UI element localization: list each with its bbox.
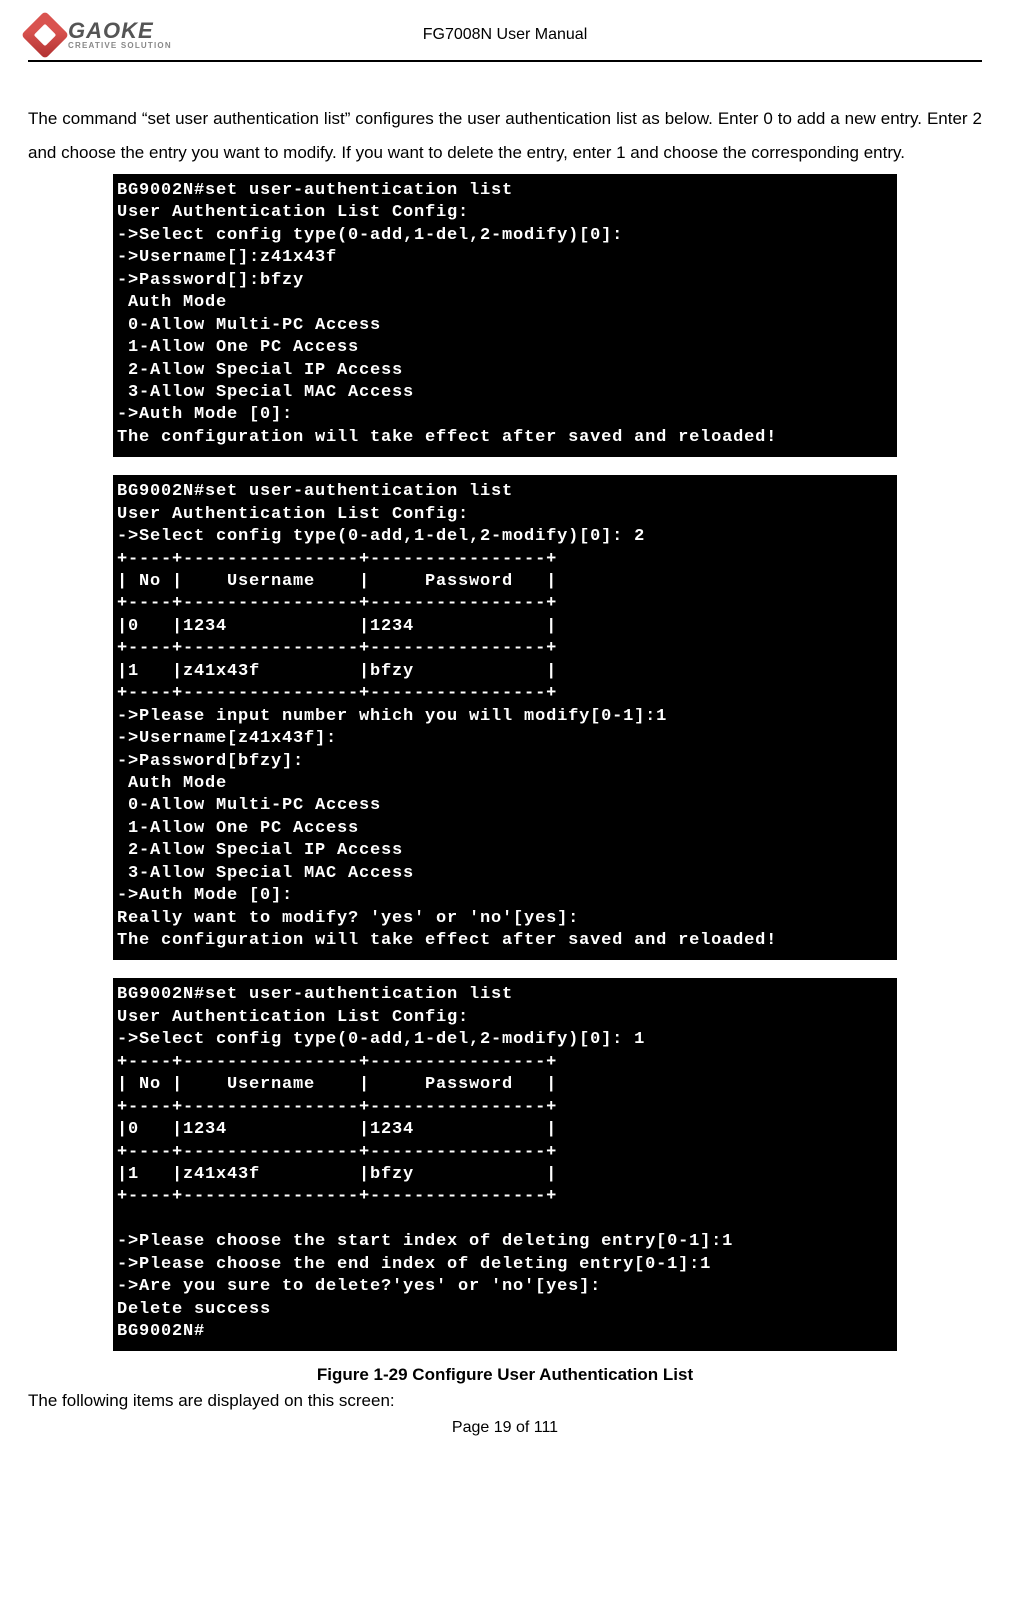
- intro-paragraph: The command “set user authentication lis…: [28, 102, 982, 170]
- post-caption-text: The following items are displayed on thi…: [28, 1387, 982, 1414]
- page-header: GAOKE CREATIVE SOLUTION FG7008N User Man…: [28, 0, 982, 56]
- figure-caption: Figure 1-29 Configure User Authenticatio…: [28, 1365, 982, 1385]
- header-divider: [28, 60, 982, 62]
- terminal-delete: BG9002N#set user-authentication list Use…: [113, 978, 897, 1351]
- terminal-add: BG9002N#set user-authentication list Use…: [113, 174, 897, 457]
- page-footer: Page 19 of 111: [28, 1419, 982, 1437]
- document-title: FG7008N User Manual: [423, 26, 588, 44]
- logo-icon: [21, 11, 69, 59]
- terminal-screenshots: BG9002N#set user-authentication list Use…: [28, 174, 982, 1351]
- brand-tagline: CREATIVE SOLUTION: [68, 42, 172, 50]
- brand-name: GAOKE: [68, 20, 172, 42]
- brand-logo: GAOKE CREATIVE SOLUTION: [28, 18, 172, 52]
- terminal-modify: BG9002N#set user-authentication list Use…: [113, 475, 897, 960]
- logo-text: GAOKE CREATIVE SOLUTION: [68, 20, 172, 50]
